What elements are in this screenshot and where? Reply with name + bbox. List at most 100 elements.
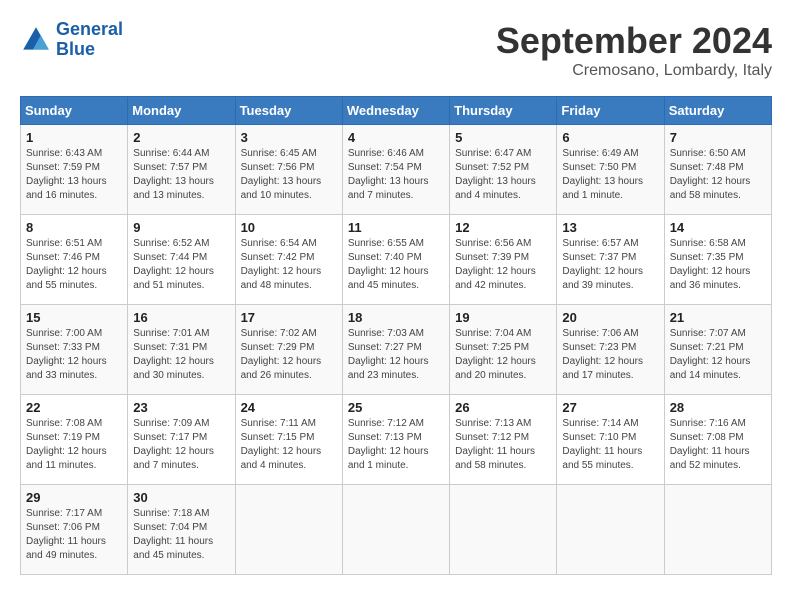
header-row: Sunday Monday Tuesday Wednesday Thursday… — [21, 97, 772, 125]
day-info: Sunrise: 7:03 AMSunset: 7:27 PMDaylight:… — [348, 327, 444, 383]
day-info: Sunrise: 6:47 AMSunset: 7:52 PMDaylight:… — [455, 147, 551, 203]
table-row: 22Sunrise: 7:08 AMSunset: 7:19 PMDayligh… — [21, 395, 128, 485]
table-row: 25Sunrise: 7:12 AMSunset: 7:13 PMDayligh… — [342, 395, 449, 485]
day-info: Sunrise: 7:00 AMSunset: 7:33 PMDaylight:… — [26, 327, 122, 383]
day-info: Sunrise: 6:54 AMSunset: 7:42 PMDaylight:… — [241, 237, 337, 293]
table-row — [342, 485, 449, 575]
table-row: 10 Sunrise: 6:54 AMSunset: 7:42 PMDayligh… — [235, 215, 342, 305]
day-number: 10 — [241, 220, 337, 235]
day-info: Sunrise: 6:44 AMSunset: 7:57 PMDaylight:… — [133, 147, 229, 203]
day-number: 15 — [26, 310, 122, 325]
day-info: Sunrise: 6:43 AMSunset: 7:59 PMDaylight:… — [26, 147, 122, 203]
day-number: 28 — [670, 400, 766, 415]
table-row: 26 Sunrise: 7:13 AMSunset: 7:12 PMDayligh… — [450, 395, 557, 485]
day-number: 17 — [241, 310, 337, 325]
calendar-table: Sunday Monday Tuesday Wednesday Thursday… — [20, 96, 772, 575]
day-number: 14 — [670, 220, 766, 235]
table-row: 6Sunrise: 6:49 AMSunset: 7:50 PMDaylight… — [557, 125, 664, 215]
day-number: 13 — [562, 220, 658, 235]
col-monday: Monday — [128, 97, 235, 125]
table-row — [450, 485, 557, 575]
day-number: 30 — [133, 490, 229, 505]
day-number: 29 — [26, 490, 122, 505]
day-info: Sunrise: 6:46 AMSunset: 7:54 PMDaylight:… — [348, 147, 444, 203]
table-row: 14 Sunrise: 6:58 AMSunset: 7:35 PMDayligh… — [664, 215, 771, 305]
logo-line2: Blue — [56, 39, 95, 59]
day-info: Sunrise: 6:57 AMSunset: 7:37 PMDaylight:… — [562, 237, 658, 293]
table-row: 2 Sunrise: 6:44 AMSunset: 7:57 PMDaylight… — [128, 125, 235, 215]
logo-line1: General — [56, 19, 123, 39]
day-info: Sunrise: 6:56 AMSunset: 7:39 PMDaylight:… — [455, 237, 551, 293]
col-saturday: Saturday — [664, 97, 771, 125]
col-friday: Friday — [557, 97, 664, 125]
day-number: 3 — [241, 130, 337, 145]
table-row: 24 Sunrise: 7:11 AMSunset: 7:15 PMDayligh… — [235, 395, 342, 485]
table-row: 3Sunrise: 6:45 AMSunset: 7:56 PMDaylight… — [235, 125, 342, 215]
day-info: Sunrise: 6:55 AMSunset: 7:40 PMDaylight:… — [348, 237, 444, 293]
day-info: Sunrise: 7:08 AMSunset: 7:19 PMDaylight:… — [26, 417, 122, 473]
table-row: 17Sunrise: 7:02 AMSunset: 7:29 PMDayligh… — [235, 305, 342, 395]
day-info: Sunrise: 7:01 AMSunset: 7:31 PMDaylight:… — [133, 327, 229, 383]
day-number: 8 — [26, 220, 122, 235]
table-row: 11 Sunrise: 6:55 AMSunset: 7:40 PMDayligh… — [342, 215, 449, 305]
table-row: 15 Sunrise: 7:00 AMSunset: 7:33 PMDayligh… — [21, 305, 128, 395]
col-tuesday: Tuesday — [235, 97, 342, 125]
calendar-row: 1 Sunrise: 6:43 AMSunset: 7:59 PMDaylight… — [21, 125, 772, 215]
day-info: Sunrise: 7:09 AMSunset: 7:17 PMDaylight:… — [133, 417, 229, 473]
month-year: September 2024 — [496, 20, 772, 62]
col-wednesday: Wednesday — [342, 97, 449, 125]
table-row: 18 Sunrise: 7:03 AMSunset: 7:27 PMDayligh… — [342, 305, 449, 395]
calendar-row: 8Sunrise: 6:51 AMSunset: 7:46 PMDaylight… — [21, 215, 772, 305]
day-info: Sunrise: 6:49 AMSunset: 7:50 PMDaylight:… — [562, 147, 658, 203]
table-row: 30 Sunrise: 7:18 AMSunset: 7:04 PMDayligh… — [128, 485, 235, 575]
logo: General Blue — [20, 20, 123, 60]
day-info: Sunrise: 7:16 AMSunset: 7:08 PMDaylight:… — [670, 417, 766, 473]
table-row: 12 Sunrise: 6:56 AMSunset: 7:39 PMDayligh… — [450, 215, 557, 305]
day-number: 26 — [455, 400, 551, 415]
col-thursday: Thursday — [450, 97, 557, 125]
day-info: Sunrise: 7:06 AMSunset: 7:23 PMDaylight:… — [562, 327, 658, 383]
table-row — [557, 485, 664, 575]
table-row: 28 Sunrise: 7:16 AMSunset: 7:08 PMDayligh… — [664, 395, 771, 485]
day-number: 11 — [348, 220, 444, 235]
day-number: 12 — [455, 220, 551, 235]
day-info: Sunrise: 7:11 AMSunset: 7:15 PMDaylight:… — [241, 417, 337, 473]
logo-text: General Blue — [56, 20, 123, 60]
table-row: 8Sunrise: 6:51 AMSunset: 7:46 PMDaylight… — [21, 215, 128, 305]
day-number: 1 — [26, 130, 122, 145]
table-row: 13 Sunrise: 6:57 AMSunset: 7:37 PMDayligh… — [557, 215, 664, 305]
day-info: Sunrise: 7:04 AMSunset: 7:25 PMDaylight:… — [455, 327, 551, 383]
day-number: 25 — [348, 400, 444, 415]
day-info: Sunrise: 6:52 AMSunset: 7:44 PMDaylight:… — [133, 237, 229, 293]
day-info: Sunrise: 6:50 AMSunset: 7:48 PMDaylight:… — [670, 147, 766, 203]
day-number: 16 — [133, 310, 229, 325]
calendar-row: 29 Sunrise: 7:17 AMSunset: 7:06 PMDayligh… — [21, 485, 772, 575]
day-info: Sunrise: 7:13 AMSunset: 7:12 PMDaylight:… — [455, 417, 551, 473]
table-row: 5 Sunrise: 6:47 AMSunset: 7:52 PMDaylight… — [450, 125, 557, 215]
header: General Blue September 2024 Cremosano, L… — [20, 20, 772, 80]
day-number: 9 — [133, 220, 229, 235]
day-info: Sunrise: 7:17 AMSunset: 7:06 PMDaylight:… — [26, 507, 122, 563]
day-number: 2 — [133, 130, 229, 145]
table-row: 19Sunrise: 7:04 AMSunset: 7:25 PMDayligh… — [450, 305, 557, 395]
day-info: Sunrise: 6:58 AMSunset: 7:35 PMDaylight:… — [670, 237, 766, 293]
day-number: 5 — [455, 130, 551, 145]
day-info: Sunrise: 7:14 AMSunset: 7:10 PMDaylight:… — [562, 417, 658, 473]
day-info: Sunrise: 7:07 AMSunset: 7:21 PMDaylight:… — [670, 327, 766, 383]
table-row: 16 Sunrise: 7:01 AMSunset: 7:31 PMDayligh… — [128, 305, 235, 395]
table-row: 20 Sunrise: 7:06 AMSunset: 7:23 PMDayligh… — [557, 305, 664, 395]
table-row: 7Sunrise: 6:50 AMSunset: 7:48 PMDaylight… — [664, 125, 771, 215]
table-row: 1 Sunrise: 6:43 AMSunset: 7:59 PMDaylight… — [21, 125, 128, 215]
day-number: 4 — [348, 130, 444, 145]
logo-icon — [20, 24, 52, 56]
day-number: 20 — [562, 310, 658, 325]
table-row — [235, 485, 342, 575]
day-info: Sunrise: 7:18 AMSunset: 7:04 PMDaylight:… — [133, 507, 229, 563]
day-number: 24 — [241, 400, 337, 415]
day-number: 18 — [348, 310, 444, 325]
calendar-row: 15 Sunrise: 7:00 AMSunset: 7:33 PMDayligh… — [21, 305, 772, 395]
table-row: 9 Sunrise: 6:52 AMSunset: 7:44 PMDaylight… — [128, 215, 235, 305]
calendar-row: 22Sunrise: 7:08 AMSunset: 7:19 PMDayligh… — [21, 395, 772, 485]
day-number: 23 — [133, 400, 229, 415]
table-row — [664, 485, 771, 575]
